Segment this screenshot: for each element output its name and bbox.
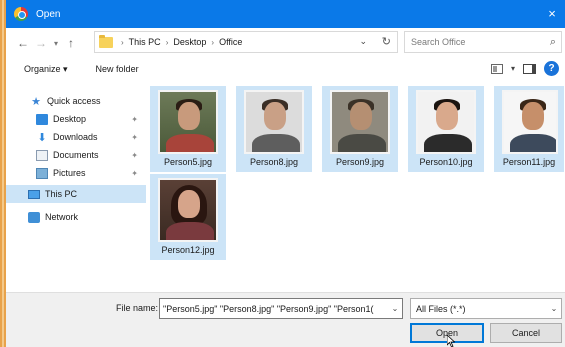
up-arrow-icon[interactable]: ↑ [62, 33, 80, 53]
organize-button[interactable]: Organize ▾ [18, 64, 74, 75]
file-item[interactable]: Person12.jpg [150, 174, 226, 260]
nav-item-label: This PC [45, 189, 78, 199]
desktop-icon [36, 113, 48, 125]
breadcrumb-office[interactable]: Office [219, 37, 242, 47]
pin-icon[interactable]: ✦ [131, 133, 138, 142]
breadcrumb-desktop[interactable]: Desktop [173, 37, 206, 47]
thumbnail [158, 178, 218, 242]
thumbnail [330, 90, 390, 154]
dialog-title: Open [36, 8, 61, 20]
file-name: Person10.jpg [419, 157, 473, 167]
file-item[interactable]: Person10.jpg [408, 86, 484, 172]
title-bar: Open × [6, 0, 565, 28]
nav-item-downloads[interactable]: ⬇ Downloads ✦ [6, 128, 146, 146]
nav-item-pictures[interactable]: Pictures ✦ [6, 164, 146, 182]
nav-item-label: Desktop [53, 114, 87, 124]
pin-icon[interactable]: ✦ [131, 169, 138, 178]
command-toolbar: Organize ▾ New folder ▾ ? [6, 58, 565, 80]
nav-item-label: Downloads [53, 132, 98, 142]
pin-icon[interactable]: ✦ [131, 115, 138, 124]
view-controls: ▾ ? [490, 61, 559, 76]
dialog-footer: File name: ⌄ All Files (*.*) ⌄ Open Canc… [6, 292, 565, 347]
file-name: Person12.jpg [161, 245, 215, 255]
thumbnail [416, 90, 476, 154]
nav-item-label: Network [45, 212, 79, 222]
view-options-chevron-icon[interactable]: ▾ [511, 64, 515, 73]
nav-item-label: Documents [53, 150, 99, 160]
star-icon: ★ [31, 95, 41, 108]
thumbnail [244, 90, 304, 154]
file-name-input[interactable] [160, 300, 388, 317]
file-item[interactable]: Person9.jpg [322, 86, 398, 172]
network-icon [28, 211, 40, 223]
file-name: Person11.jpg [502, 157, 556, 167]
open-file-dialog: Open × ← → ▾ ↑ › This PC › Desktop › Off… [6, 0, 565, 347]
navigation-pane: ★ Quick access Desktop ✦ ⬇ Downloads ✦ D… [6, 84, 146, 292]
search-input[interactable] [405, 33, 545, 51]
pin-icon[interactable]: ✦ [131, 151, 138, 160]
file-item[interactable]: Person5.jpg [150, 86, 226, 172]
file-name: Person5.jpg [163, 157, 213, 167]
close-button[interactable]: × [545, 7, 559, 21]
nav-item-network[interactable]: Network [6, 208, 146, 226]
file-name-combobox[interactable]: ⌄ [159, 298, 403, 319]
nav-item-label: Quick access [47, 96, 101, 106]
thumbnail [158, 90, 218, 154]
search-icon[interactable]: ⌕ [545, 36, 561, 49]
pictures-icon [36, 167, 48, 179]
change-view-icon[interactable] [490, 63, 503, 74]
cancel-button[interactable]: Cancel [490, 323, 562, 343]
mouse-pointer-icon [447, 335, 455, 347]
computer-icon [28, 189, 40, 199]
chevron-right-icon[interactable]: › [166, 38, 169, 47]
search-box[interactable]: ⌕ [404, 31, 562, 53]
file-item[interactable]: Person8.jpg [236, 86, 312, 172]
chevron-down-icon[interactable]: ⌄ [388, 304, 402, 313]
file-list: Person5.jpg Person8.jpg Person9.jpg Pers… [148, 84, 565, 292]
help-icon[interactable]: ? [544, 61, 559, 76]
file-name: Person9.jpg [335, 157, 385, 167]
folder-icon [99, 34, 113, 48]
nav-item-documents[interactable]: Documents ✦ [6, 146, 146, 164]
nav-item-quick-access[interactable]: ★ Quick access [6, 92, 146, 110]
file-item[interactable]: Person11.jpg [494, 86, 564, 172]
nav-item-label: Pictures [53, 168, 86, 178]
download-arrow-icon: ⬇ [37, 131, 47, 144]
chrome-app-icon [14, 7, 28, 21]
back-arrow-icon[interactable]: ← [14, 33, 32, 53]
address-dropdown-icon[interactable]: ⌄ [359, 36, 367, 47]
file-name-label: File name: [116, 303, 159, 313]
chevron-right-icon[interactable]: › [121, 38, 124, 47]
recent-locations-chevron-icon[interactable]: ▾ [50, 33, 62, 53]
chevron-right-icon[interactable]: › [211, 38, 214, 47]
address-bar[interactable]: › This PC › Desktop › Office ⌄ ↻ [94, 31, 398, 53]
new-folder-button[interactable]: New folder [90, 64, 145, 74]
documents-icon [36, 149, 48, 161]
preview-pane-icon[interactable] [523, 63, 536, 74]
file-name: Person8.jpg [249, 157, 299, 167]
breadcrumb-this-pc[interactable]: This PC [129, 37, 161, 47]
file-type-select[interactable]: All Files (*.*) ⌄ [410, 298, 562, 319]
refresh-icon[interactable]: ↻ [382, 35, 391, 48]
forward-arrow-icon[interactable]: → [32, 33, 50, 53]
nav-item-this-pc[interactable]: This PC [6, 185, 146, 203]
file-type-value: All Files (*.*) [416, 303, 466, 314]
nav-item-desktop[interactable]: Desktop ✦ [6, 110, 146, 128]
thumbnail [502, 90, 558, 154]
chevron-down-icon[interactable]: ⌄ [547, 304, 561, 313]
address-row: ← → ▾ ↑ › This PC › Desktop › Office ⌄ ↻… [6, 28, 565, 58]
